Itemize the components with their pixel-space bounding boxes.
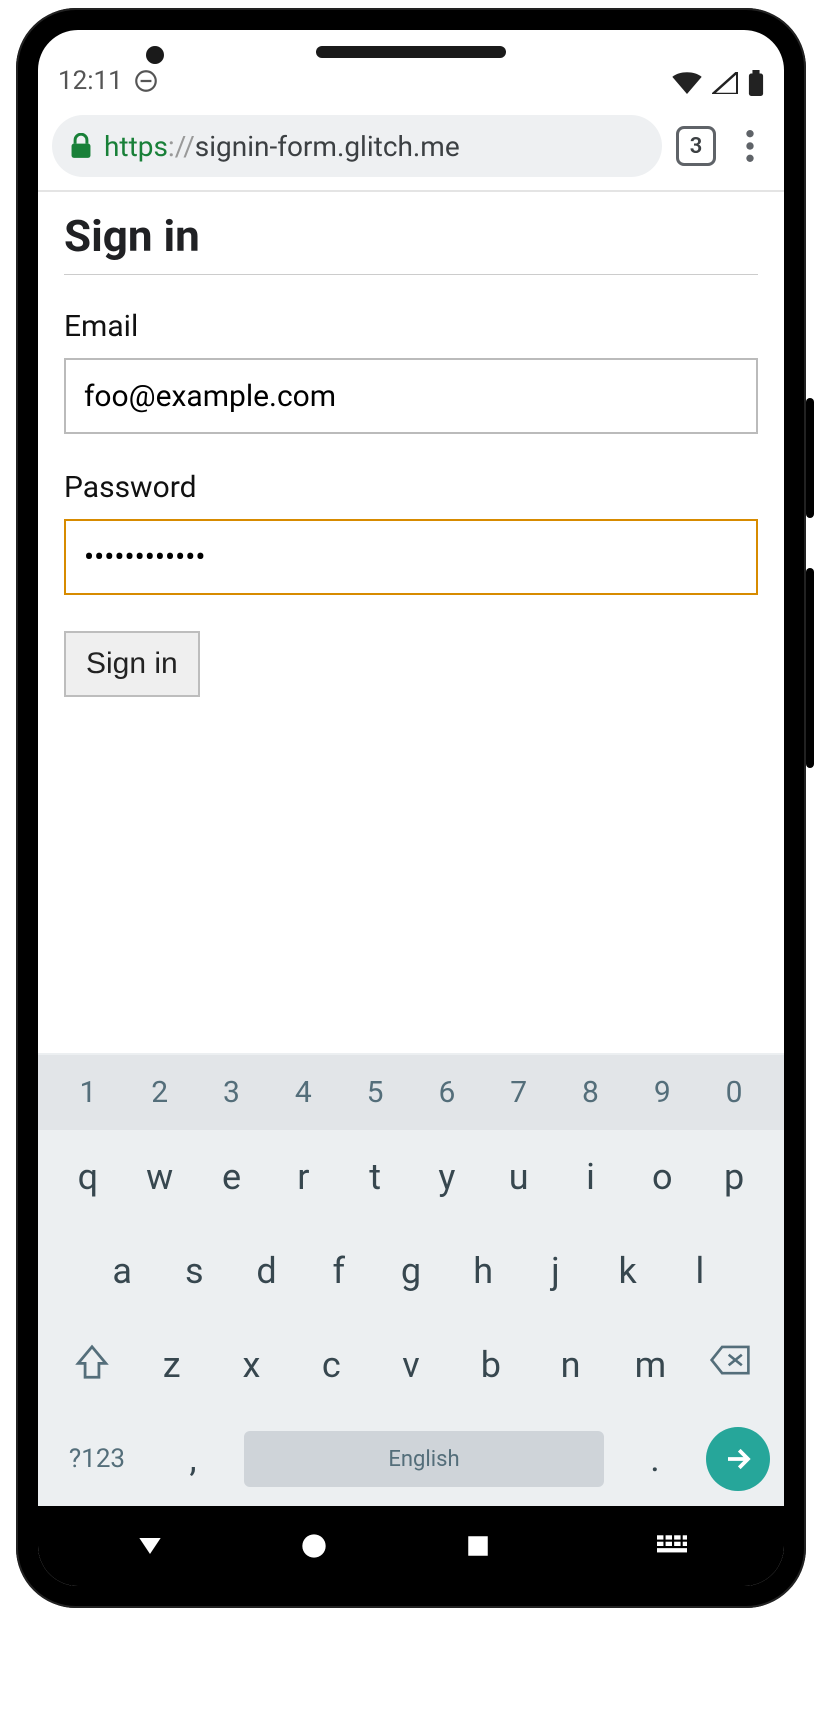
shift-icon [75,1344,109,1380]
key-t[interactable]: t [339,1140,411,1214]
password-field-group: Password [64,470,758,595]
page-title: Sign in [64,210,758,275]
key-5[interactable]: 5 [339,1065,411,1120]
key-0[interactable]: 0 [698,1065,770,1120]
url-text: https://signin-form.glitch.me [104,130,460,163]
key-e[interactable]: e [196,1140,268,1214]
phone-side-button [806,568,814,768]
email-field-group: Email [64,309,758,434]
system-nav-bar [38,1506,784,1586]
page-content: Sign in Email Password Sign in [38,192,784,1053]
url-host: signin-form.glitch.me [195,130,460,163]
backspace-icon [709,1344,751,1376]
space-key-label: English [388,1447,459,1472]
key-n[interactable]: n [531,1328,611,1402]
key-i[interactable]: i [555,1140,627,1214]
comma-key[interactable]: , [148,1422,238,1496]
key-7[interactable]: 7 [483,1065,555,1120]
sign-in-button[interactable]: Sign in [64,631,200,697]
symbols-key[interactable]: ?123 [52,1428,142,1490]
key-8[interactable]: 8 [555,1065,627,1120]
email-input[interactable] [64,358,758,434]
email-label: Email [64,309,758,344]
key-1[interactable]: 1 [52,1065,124,1120]
status-bar: 12:11 [38,30,784,102]
key-k[interactable]: k [592,1234,664,1308]
key-x[interactable]: x [212,1328,292,1402]
nav-home-button[interactable] [294,1526,334,1566]
lock-icon [70,133,92,159]
nav-recents-button[interactable] [458,1526,498,1566]
keyboard-row-3: z x c v b n m [38,1318,784,1412]
status-time: 12:11 [58,66,123,96]
key-f[interactable]: f [303,1234,375,1308]
key-g[interactable]: g [375,1234,447,1308]
key-4[interactable]: 4 [267,1065,339,1120]
shift-key[interactable] [52,1328,132,1402]
more-vert-icon [746,130,754,162]
key-z[interactable]: z [132,1328,212,1402]
url-bar[interactable]: https://signin-form.glitch.me [52,115,662,177]
key-p[interactable]: p [698,1140,770,1214]
browser-toolbar: https://signin-form.glitch.me 3 [38,102,784,192]
phone-side-button [806,398,814,518]
key-o[interactable]: o [626,1140,698,1214]
key-s[interactable]: s [158,1234,230,1308]
key-2[interactable]: 2 [124,1065,196,1120]
key-w[interactable]: w [124,1140,196,1214]
space-key[interactable]: English [244,1431,604,1487]
browser-menu-button[interactable] [730,130,770,162]
key-u[interactable]: u [483,1140,555,1214]
key-b[interactable]: b [451,1328,531,1402]
key-9[interactable]: 9 [626,1065,698,1120]
key-v[interactable]: v [371,1328,451,1402]
url-separator: :// [168,130,195,163]
triangle-down-icon [134,1530,166,1562]
password-input[interactable] [64,519,758,595]
phone-frame: 12:11 [16,8,806,1608]
key-q[interactable]: q [52,1140,124,1214]
url-scheme: https [104,130,168,163]
key-m[interactable]: m [610,1328,690,1402]
key-y[interactable]: y [411,1140,483,1214]
battery-icon [748,70,764,96]
arrow-right-icon [723,1444,753,1474]
key-l[interactable]: l [664,1234,736,1308]
phone-speaker [316,46,506,58]
wifi-icon [672,72,702,94]
password-label: Password [64,470,758,505]
key-c[interactable]: c [291,1328,371,1402]
tab-switcher-button[interactable]: 3 [676,126,716,166]
phone-camera [146,46,164,64]
circle-icon [300,1532,328,1560]
soft-keyboard: 1 2 3 4 5 6 7 8 9 0 q w e r t y u i o [38,1053,784,1506]
key-3[interactable]: 3 [196,1065,268,1120]
key-d[interactable]: d [230,1234,302,1308]
key-h[interactable]: h [447,1234,519,1308]
keyboard-row-1: q w e r t y u i o p [38,1130,784,1224]
enter-key[interactable] [706,1427,770,1491]
nav-back-button[interactable] [130,1526,170,1566]
screen: 12:11 [38,30,784,1586]
key-a[interactable]: a [86,1234,158,1308]
backspace-key[interactable] [690,1328,770,1402]
keyboard-number-row: 1 2 3 4 5 6 7 8 9 0 [38,1055,784,1130]
key-6[interactable]: 6 [411,1065,483,1120]
tab-count: 3 [690,134,703,159]
keyboard-row-2: a s d f g h j k l [38,1224,784,1318]
keyboard-icon [657,1535,687,1557]
cell-signal-icon [712,72,738,94]
nav-keyboard-toggle[interactable] [652,1526,692,1566]
key-j[interactable]: j [519,1234,591,1308]
key-r[interactable]: r [267,1140,339,1214]
square-icon [465,1533,491,1559]
dnd-icon [133,68,159,94]
keyboard-bottom-row: ?123 , English . [38,1412,784,1506]
period-key[interactable]: . [610,1422,700,1496]
